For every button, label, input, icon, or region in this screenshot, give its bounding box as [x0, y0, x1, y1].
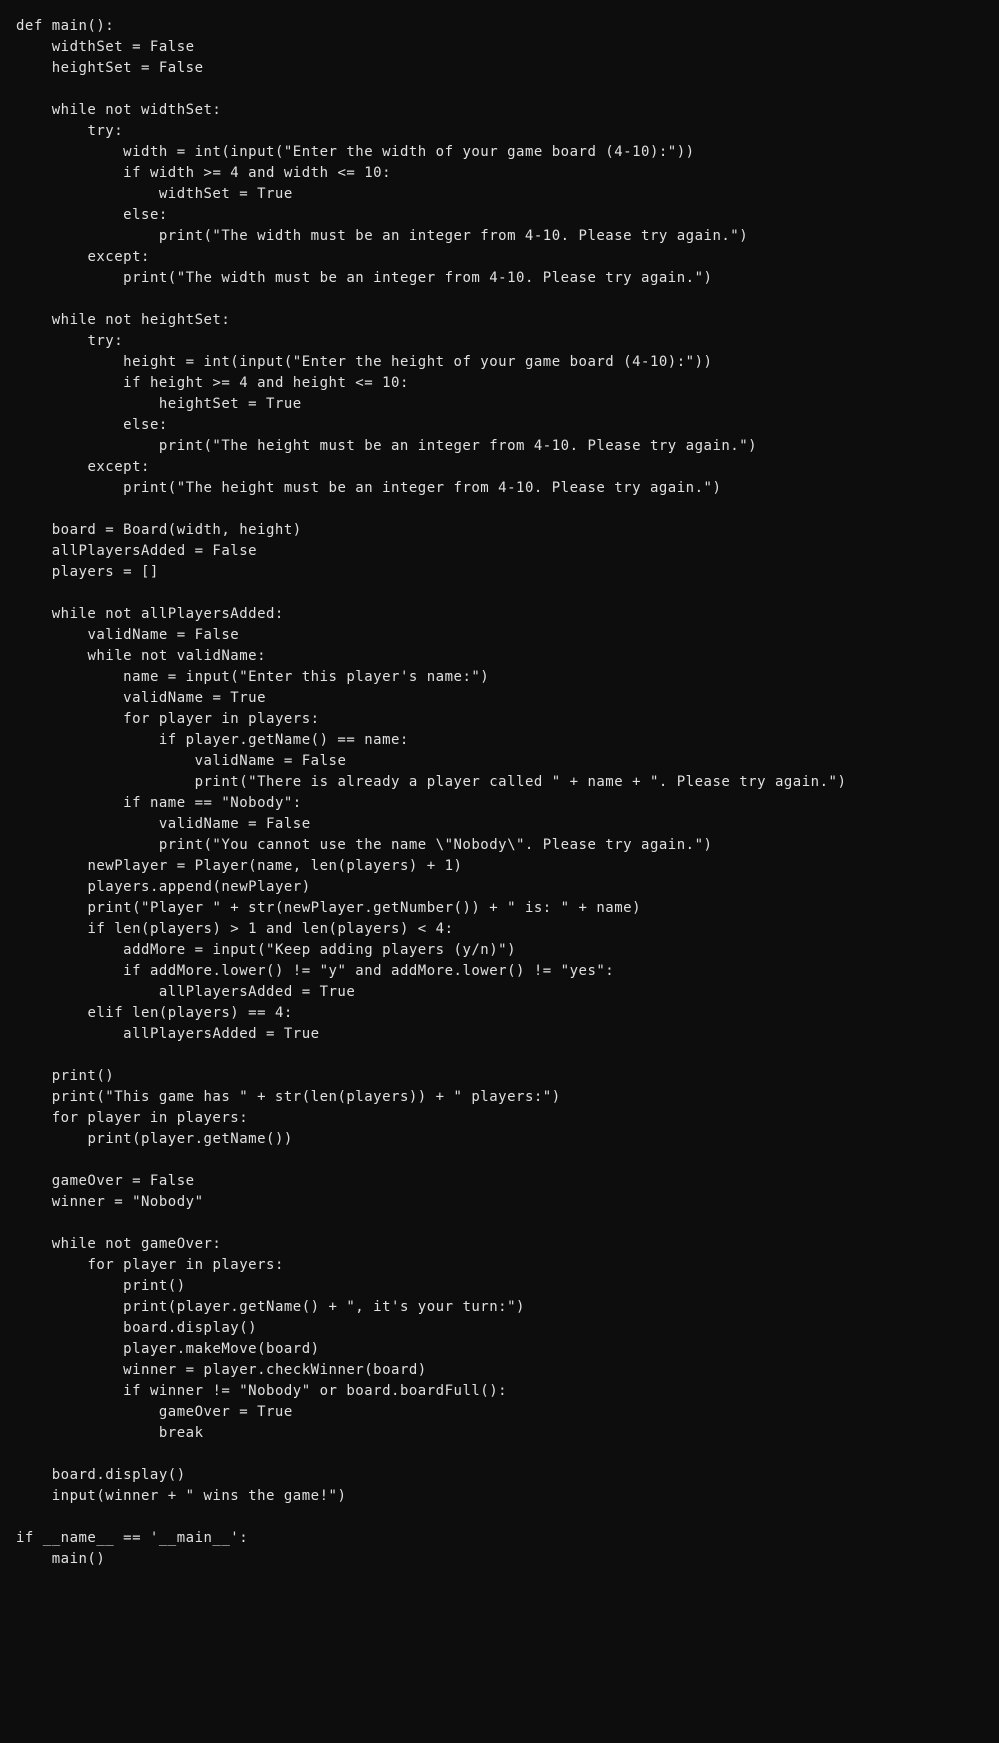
- code-block: def main(): widthSet = False heightSet =…: [16, 16, 983, 1570]
